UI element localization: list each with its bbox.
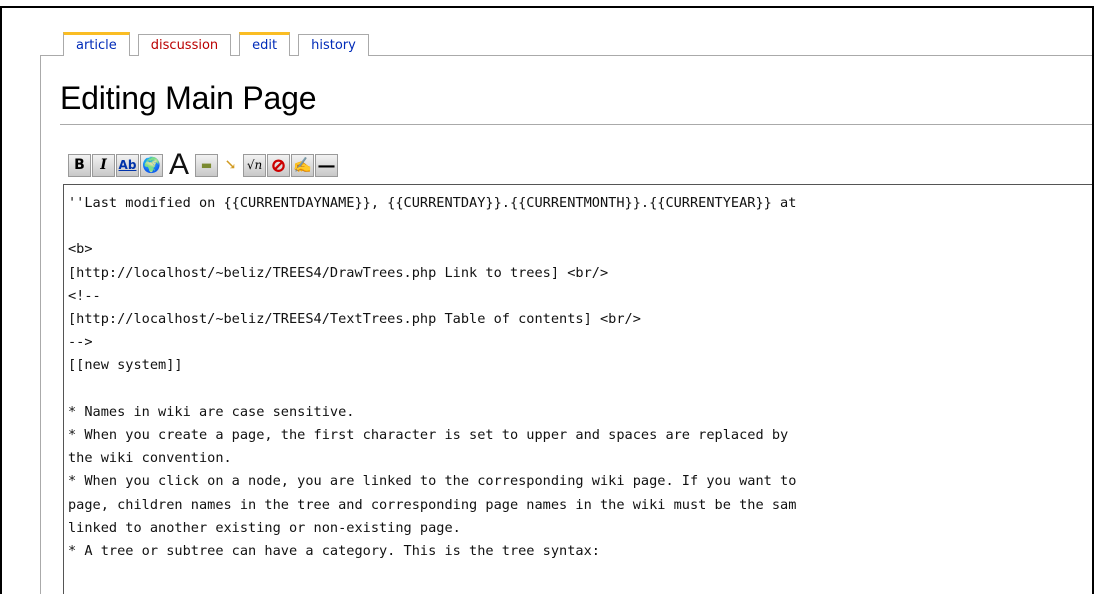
editor-line: * When you create a page, the first char… (68, 427, 789, 444)
editor-line: the wiki convention. (68, 450, 232, 467)
editor-line: [[new system]] (68, 357, 183, 374)
wikitext-editor[interactable]: ''Last modified on {{CURRENTDAYNAME}}, {… (63, 184, 1092, 594)
editor-line: page, children names in the tree and cor… (68, 496, 797, 513)
external-link-icon[interactable]: 🌍 (140, 153, 163, 177)
editor-line: [http://localhost/~beliz/TREES4/DrawTree… (68, 264, 609, 281)
internal-link-icon[interactable]: Ab (116, 153, 139, 177)
editor-text[interactable]: ''Last modified on {{CURRENTDAYNAME}}, {… (64, 185, 1092, 563)
editor-line: linked to another existing or non-existi… (68, 519, 461, 536)
italic-icon[interactable]: I (92, 153, 115, 177)
editor-line: [http://localhost/~beliz/TREES4/TextTree… (68, 311, 641, 328)
title-divider (60, 124, 1092, 125)
nowiki-icon[interactable]: ⊘ (267, 153, 290, 177)
media-icon[interactable]: ↘ (219, 154, 242, 177)
tab-history[interactable]: history (298, 34, 369, 56)
editor-line: * A tree or subtree can have a category.… (68, 543, 600, 560)
image-icon[interactable]: ▬ (195, 153, 218, 177)
editor-line: --> (68, 334, 93, 351)
tab-discussion[interactable]: discussion (137, 34, 232, 56)
edit-toolbar: B I Ab 🌍 A ▬ ↘ √n ⊘ ✍ — (68, 148, 339, 181)
math-icon[interactable]: √n (243, 153, 266, 177)
editor-line: * Names in wiki are case sensitive. (68, 403, 355, 420)
horizontal-line-icon[interactable]: — (315, 153, 338, 177)
browser-frame: article discussion edit history Editing … (0, 6, 1094, 594)
editor-line: ''Last modified on {{CURRENTDAYNAME}}, {… (68, 195, 797, 211)
editor-line: <b> (68, 241, 93, 258)
headline-icon[interactable]: A (164, 148, 194, 181)
editor-line: * When you click on a node, you are link… (68, 473, 797, 490)
signature-icon[interactable]: ✍ (291, 153, 314, 177)
bold-icon[interactable]: B (68, 153, 91, 177)
tab-edit[interactable]: edit (239, 32, 291, 56)
editor-line: <!-- (68, 287, 101, 304)
tab-article[interactable]: article (63, 32, 130, 56)
page-tabs: article discussion edit history (63, 32, 377, 56)
page-title: Editing Main Page (60, 80, 317, 116)
